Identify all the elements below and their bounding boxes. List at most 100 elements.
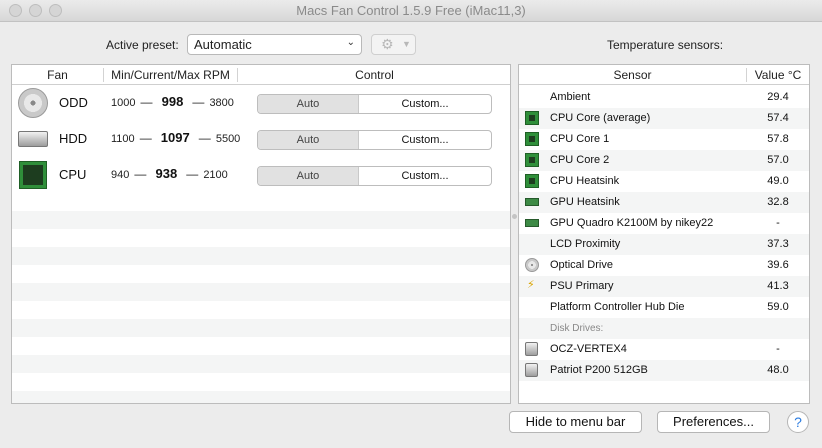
sensor-row[interactable]: OCZ-VERTEX4 - bbox=[519, 339, 809, 360]
column-header-sensor[interactable]: Sensor bbox=[519, 68, 746, 82]
sensor-row[interactable]: LCD Proximity 37.3 bbox=[519, 234, 809, 255]
auto-button[interactable]: Auto bbox=[258, 131, 359, 149]
sensor-value: 39.6 bbox=[767, 259, 789, 271]
hide-to-menu-bar-button[interactable]: Hide to menu bar bbox=[509, 411, 642, 433]
sensor-row[interactable]: ⚡ PSU Primary 41.3 bbox=[519, 276, 809, 297]
custom-button[interactable]: Custom... bbox=[359, 167, 491, 185]
sensor-name: Patriot P200 512GB bbox=[550, 364, 648, 376]
rpm-current: 998 bbox=[161, 94, 184, 109]
hard-drive-icon bbox=[18, 124, 48, 154]
cpu-chip-icon bbox=[525, 153, 539, 167]
sensor-row[interactable]: GPU Heatsink 32.8 bbox=[519, 192, 809, 213]
rpm-max: 2100 bbox=[203, 169, 228, 181]
empty-row bbox=[12, 283, 510, 301]
disk-drives-group-row: Disk Drives: bbox=[519, 318, 809, 339]
fan-row-odd[interactable]: ODD 1000 — 998 — 3800 Auto Custom... bbox=[12, 85, 510, 121]
gpu-card-icon bbox=[525, 195, 539, 209]
empty-row bbox=[12, 355, 510, 373]
sensor-table-header: Sensor Value °C bbox=[519, 65, 809, 85]
sensor-table: Sensor Value °C Ambient 29.4 CPU Core (a… bbox=[518, 64, 810, 404]
fan-name: HDD bbox=[59, 131, 88, 146]
sensor-row[interactable]: GPU Quadro K2100M by nikey22 - bbox=[519, 213, 809, 234]
empty-row bbox=[12, 319, 510, 337]
sensor-value: 57.8 bbox=[767, 133, 789, 145]
rpm-current: 1097 bbox=[160, 130, 190, 145]
sensor-value: 37.3 bbox=[767, 238, 789, 250]
split-view-handle[interactable] bbox=[512, 214, 517, 219]
fan-rpm: 940 — 938 — 2100 bbox=[111, 166, 228, 181]
empty-row bbox=[12, 211, 510, 229]
cpu-chip-icon bbox=[525, 174, 539, 188]
empty-row bbox=[12, 247, 510, 265]
rpm-separator: — bbox=[134, 167, 147, 181]
fan-control-segment: Auto Custom... bbox=[257, 94, 492, 114]
sensor-row[interactable]: Platform Controller Hub Die 59.0 bbox=[519, 297, 809, 318]
column-header-fan[interactable]: Fan bbox=[12, 68, 103, 82]
hard-drive-icon bbox=[525, 363, 539, 377]
cpu-chip-icon bbox=[18, 160, 48, 190]
fan-row-cpu[interactable]: CPU 940 — 938 — 2100 Auto Custom... bbox=[12, 157, 510, 193]
preset-value: Automatic bbox=[194, 37, 252, 52]
sensor-value: 48.0 bbox=[767, 364, 789, 376]
rpm-current: 938 bbox=[155, 166, 178, 181]
sensor-value: 29.4 bbox=[767, 91, 789, 103]
sensor-name: Platform Controller Hub Die bbox=[550, 301, 685, 313]
sensor-name: CPU Core 1 bbox=[550, 133, 610, 145]
sensor-row[interactable]: Optical Drive 39.6 bbox=[519, 255, 809, 276]
column-header-control[interactable]: Control bbox=[238, 68, 510, 82]
cpu-chip-icon bbox=[525, 111, 539, 125]
sensor-value: 49.0 bbox=[767, 175, 789, 187]
sensor-value: - bbox=[776, 343, 780, 355]
column-header-value[interactable]: Value °C bbox=[747, 68, 809, 82]
rpm-separator: — bbox=[139, 131, 152, 145]
auto-button[interactable]: Auto bbox=[258, 95, 359, 113]
temperature-sensors-label: Temperature sensors: bbox=[607, 38, 724, 52]
sensor-value: 59.0 bbox=[767, 301, 789, 313]
sensor-row[interactable]: CPU Core 2 57.0 bbox=[519, 150, 809, 171]
rpm-separator: — bbox=[192, 95, 205, 109]
preset-select[interactable]: Automatic ⌄ bbox=[187, 34, 362, 55]
preset-actions-button[interactable]: ⚙ ▼ bbox=[371, 34, 416, 55]
sensor-row[interactable]: CPU Core 1 57.8 bbox=[519, 129, 809, 150]
sensor-row[interactable]: Patriot P200 512GB 48.0 bbox=[519, 360, 809, 381]
hard-drive-icon bbox=[525, 342, 539, 356]
rpm-separator: — bbox=[198, 131, 211, 145]
chevron-down-icon: ▼ bbox=[402, 39, 411, 49]
column-header-rpm[interactable]: Min/Current/Max RPM bbox=[104, 68, 237, 82]
rpm-max: 3800 bbox=[209, 97, 234, 109]
empty-row bbox=[12, 391, 510, 403]
rpm-min: 1000 bbox=[111, 97, 136, 109]
auto-button[interactable]: Auto bbox=[258, 167, 359, 185]
sensor-name: OCZ-VERTEX4 bbox=[550, 343, 627, 355]
lightning-bolt-icon: ⚡ bbox=[527, 279, 535, 291]
app-window: Macs Fan Control 1.5.9 Free (iMac11,3) A… bbox=[0, 0, 822, 448]
rpm-max: 5500 bbox=[215, 133, 241, 145]
rpm-min: 940 bbox=[111, 169, 130, 181]
sensor-value: 57.0 bbox=[767, 154, 789, 166]
sensor-name: CPU Core (average) bbox=[550, 112, 651, 124]
fan-rpm: 1000 — 998 — 3800 bbox=[111, 94, 234, 109]
sensor-row[interactable]: Ambient 29.4 bbox=[519, 87, 809, 108]
gear-icon: ⚙ bbox=[381, 36, 394, 52]
sensor-row[interactable]: CPU Heatsink 49.0 bbox=[519, 171, 809, 192]
disk-drives-group-label: Disk Drives: bbox=[550, 323, 604, 334]
preferences-button[interactable]: Preferences... bbox=[657, 411, 770, 433]
rpm-separator: — bbox=[186, 167, 199, 181]
fan-table-header: Fan Min/Current/Max RPM Control bbox=[12, 65, 510, 85]
sensor-value: - bbox=[776, 217, 780, 229]
custom-button[interactable]: Custom... bbox=[359, 95, 491, 113]
sensor-value: 57.4 bbox=[767, 112, 789, 124]
fan-name: ODD bbox=[59, 95, 88, 110]
help-button[interactable]: ? bbox=[787, 411, 809, 433]
sensor-value: 41.3 bbox=[767, 280, 789, 292]
sensor-name: CPU Core 2 bbox=[550, 154, 610, 166]
sensor-name: Optical Drive bbox=[550, 259, 613, 271]
fan-rpm: 1100 — 1097 — 5500 bbox=[111, 130, 240, 145]
active-preset-label: Active preset: bbox=[106, 38, 179, 52]
sensor-name: Ambient bbox=[550, 91, 591, 103]
custom-button[interactable]: Custom... bbox=[359, 131, 491, 149]
fan-row-hdd[interactable]: HDD 1100 — 1097 — 5500 Auto Custom... bbox=[12, 121, 510, 157]
rpm-separator: — bbox=[140, 95, 153, 109]
sensor-row[interactable]: CPU Core (average) 57.4 bbox=[519, 108, 809, 129]
sensor-name: GPU Quadro K2100M by nikey22 bbox=[550, 217, 714, 229]
